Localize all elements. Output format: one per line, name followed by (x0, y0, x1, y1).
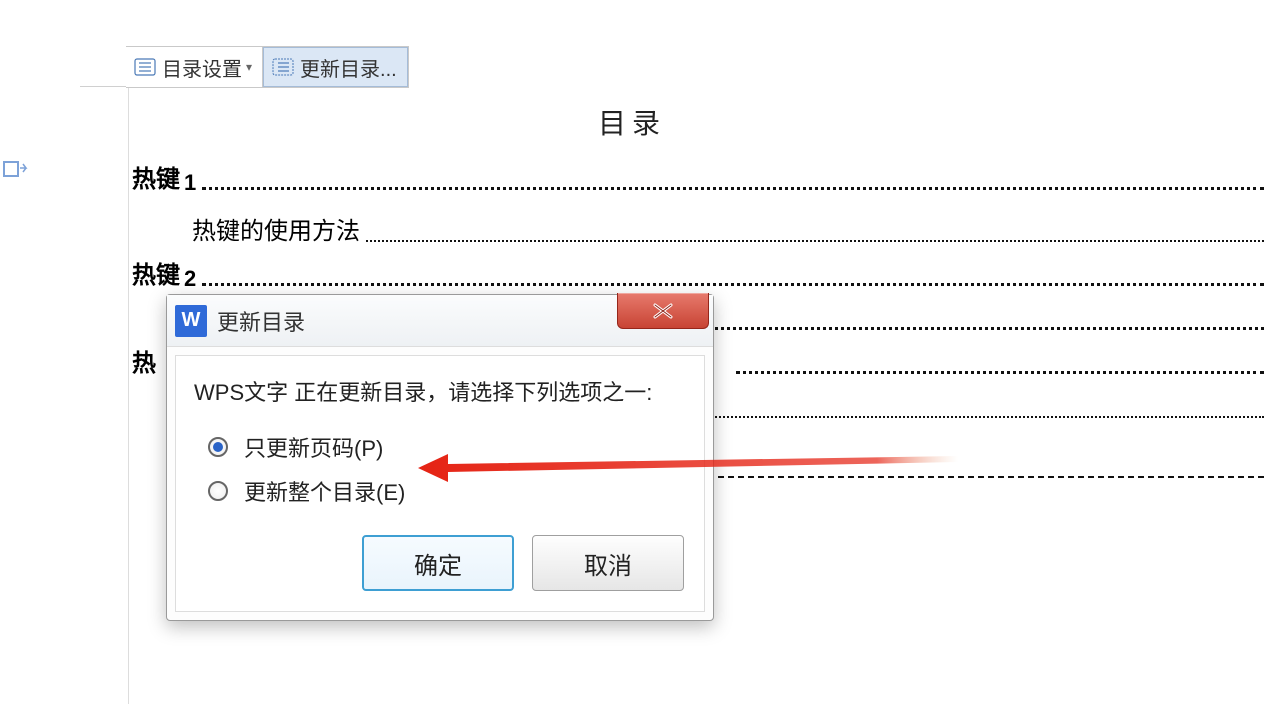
toc-entry-label: 热键 (128, 159, 180, 196)
toc-entry-numeral: 2 (184, 266, 196, 292)
radio-update-full[interactable]: 更新整个目录(E) (194, 469, 684, 513)
toc-entry[interactable]: 热键 2 (128, 248, 1264, 292)
radio-label: 更新整个目录(E) (244, 475, 405, 507)
radio-label: 只更新页码(P) (244, 431, 383, 463)
toc-entry[interactable]: 热键 1 (128, 152, 1264, 196)
paragraph-marker-icon (0, 158, 30, 182)
close-icon (649, 301, 677, 321)
toc-leader (366, 240, 1264, 242)
toc-settings-label: 目录设置 (162, 53, 242, 82)
toc-update-label: 更新目录... (300, 53, 397, 82)
button-label: 取消 (584, 546, 632, 581)
list-icon (134, 58, 156, 76)
radio-icon (208, 437, 228, 457)
ok-button[interactable]: 确定 (362, 535, 514, 591)
toc-leader (202, 187, 1264, 190)
dialog-titlebar[interactable]: W 更新目录 (167, 295, 713, 347)
update-toc-dialog: W 更新目录 WPS文字 正在更新目录，请选择下列选项之一: 只更新页码(P) … (166, 294, 714, 621)
toc-leader (708, 327, 1264, 330)
toc-entry[interactable]: 热键的使用方法 (128, 196, 1264, 248)
close-button[interactable] (617, 293, 709, 329)
toc-leader (708, 416, 1264, 418)
dialog-button-row: 确定 取消 (194, 535, 684, 591)
caret-down-icon: ▾ (246, 60, 252, 74)
toc-toolbar: 目录设置 ▾ 更新目录... (126, 46, 409, 88)
toc-settings-button[interactable]: 目录设置 ▾ (126, 47, 263, 87)
radio-update-page-only[interactable]: 只更新页码(P) (194, 425, 684, 469)
page-margin-stub (80, 86, 128, 94)
refresh-list-icon (272, 58, 294, 76)
toc-entry-numeral: 1 (184, 170, 196, 196)
toc-update-button[interactable]: 更新目录... (263, 47, 408, 87)
dialog-body: WPS文字 正在更新目录，请选择下列选项之一: 只更新页码(P) 更新整个目录(… (175, 355, 705, 612)
dialog-title: 更新目录 (217, 305, 305, 337)
cancel-button[interactable]: 取消 (532, 535, 684, 591)
radio-icon (208, 481, 228, 501)
toc-entry-label: 热 (128, 343, 156, 380)
toc-leader (202, 283, 1264, 286)
toc-leader (708, 476, 1264, 478)
toc-entry-label: 热键的使用方法 (128, 211, 360, 248)
app-icon: W (175, 305, 207, 337)
toc-leader (736, 371, 1264, 374)
toc-entry-label: 热键 (128, 255, 180, 292)
document-title: 目录 (0, 102, 1264, 142)
dialog-message: WPS文字 正在更新目录，请选择下列选项之一: (194, 376, 684, 409)
button-label: 确定 (414, 546, 462, 581)
